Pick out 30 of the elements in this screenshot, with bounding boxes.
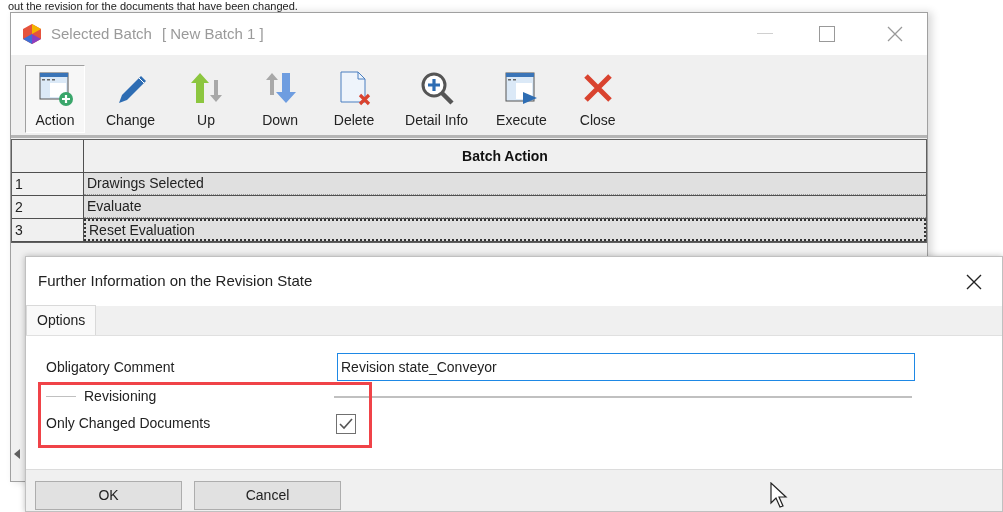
- table-cell[interactable]: Drawings Selected: [84, 173, 926, 195]
- app-logo-icon: [21, 23, 43, 45]
- window-plus-icon: [37, 70, 73, 106]
- tab[interactable]: Options: [26, 305, 97, 335]
- scroll-left-icon[interactable]: [14, 449, 20, 459]
- toolbar-button[interactable]: Delete: [324, 65, 385, 133]
- column-header[interactable]: Batch Action: [84, 140, 926, 172]
- window-title: Selected Batch: [51, 23, 152, 44]
- toolbar-button[interactable]: Change: [99, 65, 163, 133]
- toolbar-button[interactable]: Action: [25, 65, 85, 133]
- cursor-icon: [770, 482, 790, 510]
- toolbar-button[interactable]: Close: [567, 65, 628, 133]
- toolbar-button[interactable]: Up: [176, 65, 237, 133]
- close-icon[interactable]: [966, 273, 982, 290]
- dialog-button[interactable]: OK: [35, 481, 182, 510]
- caption-text: out the revision for the documents that have been changed.: [8, 0, 299, 12]
- toolbar-button[interactable]: Detail Info: [398, 65, 476, 133]
- field-label: Obligatory Comment: [46, 357, 176, 377]
- toolbar-button[interactable]: Execute: [489, 65, 554, 133]
- toolbar-button[interactable]: Down: [250, 65, 311, 133]
- window-subtitle: [ New Batch 1 ]: [161, 23, 264, 44]
- group-title: Revisioning: [83, 387, 158, 406]
- table-cell[interactable]: Evaluate: [84, 196, 926, 218]
- dialog-title: Further Information on the Revision State: [38, 271, 313, 292]
- dialog-button[interactable]: Cancel: [194, 481, 341, 510]
- checkbox-label: Only Changed Documents: [46, 414, 212, 433]
- maximize-icon[interactable]: [819, 26, 835, 42]
- checkbox[interactable]: [336, 413, 356, 434]
- comment-field[interactable]: Revision state_Conveyor: [337, 353, 915, 381]
- table-cell[interactable]: Reset Evaluation: [84, 219, 926, 241]
